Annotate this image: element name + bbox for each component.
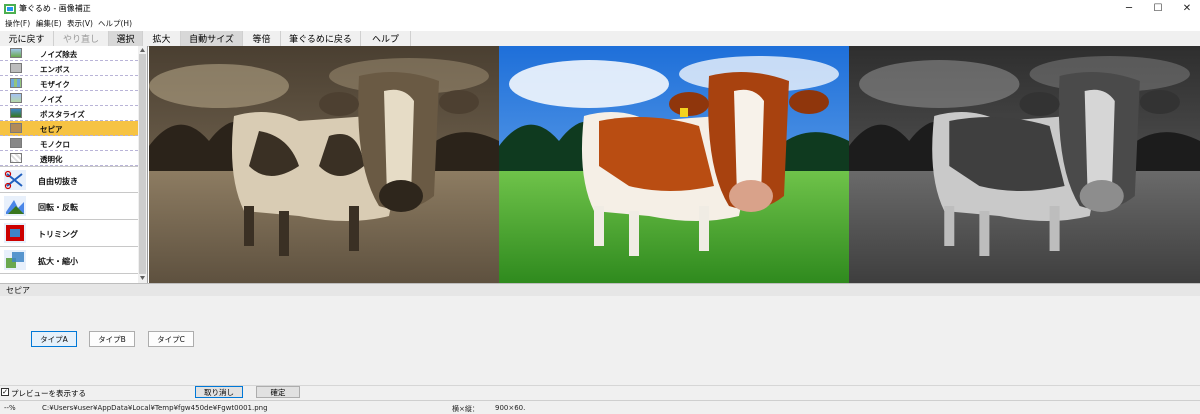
window-title: 筆ぐるめ - 画像補正 [19,4,91,13]
file-path: C:¥Users¥user¥AppData¥Local¥Temp¥fgw450d… [42,404,268,412]
scrollbar-thumb[interactable] [139,54,146,274]
scroll-up-icon[interactable] [139,47,146,53]
status-bar: --% C:¥Users¥user¥AppData¥Local¥Temp¥fgw… [0,400,1200,414]
type-c-button[interactable]: タイプC [148,331,194,347]
filter-item-posterize[interactable]: ポスタライズ [0,106,138,121]
image-size-value: 900×60. [495,404,526,412]
ok-button[interactable]: 確定 [256,386,300,398]
mosaic-icon [10,78,22,88]
close-button[interactable]: ✕ [1171,0,1200,17]
menu-bar: 操作(F) 編集(E) 表示(V) ヘルプ(H) [0,17,1200,31]
undo-button[interactable]: 元に戻す [0,31,54,46]
monochrome-preview-image [849,46,1200,283]
filter-item-monochrome[interactable]: モノクロ [0,136,138,151]
noise-reduction-icon [10,48,22,58]
action-bar [0,385,1200,401]
preview-checkbox-label[interactable]: プレビューを表示する [11,388,86,399]
return-to-fudegurume-button[interactable]: 筆ぐるめに戻る [281,31,361,46]
menu-view[interactable]: 表示(V) [67,18,93,29]
sepia-icon [10,123,22,133]
scissors-icon [4,170,26,190]
tool-item-more[interactable] [0,274,138,283]
tool-item-resize[interactable]: 拡大・縮小 [0,247,138,274]
menu-operation[interactable]: 操作(F) [5,18,30,29]
zoom-level: --% [4,404,16,412]
tool-item-rotate-flip[interactable]: 回転・反転 [0,193,138,220]
filter-item-noise-reduction[interactable]: ノイズ除去 [0,46,138,61]
cancel-button[interactable]: 取り消し [195,386,243,398]
minimize-button[interactable]: ─ [1113,0,1145,17]
transparency-icon [10,153,22,163]
settings-title: セピア [6,286,30,295]
toolbar: 元に戻す やり直し 選択 拡大 自動サイズ 等倍 筆ぐるめに戻る ヘルプ [0,31,1200,47]
resize-icon [4,250,26,270]
title-bar: 筆ぐるめ - 画像補正 ─ ☐ ✕ [0,0,1200,17]
sepia-preview-image [149,46,499,283]
tool-item-trimming[interactable]: トリミング [0,220,138,247]
settings-header: セピア [0,283,1200,296]
maximize-button[interactable]: ☐ [1142,0,1174,17]
emboss-icon [10,63,22,73]
monochrome-icon [10,138,22,148]
type-b-button[interactable]: タイプB [89,331,135,347]
zoom-in-button[interactable]: 拡大 [143,31,181,46]
actual-size-button[interactable]: 等倍 [243,31,281,46]
filter-item-noise[interactable]: ノイズ [0,91,138,106]
redo-button[interactable]: やり直し [54,31,109,46]
auto-size-button[interactable]: 自動サイズ [181,31,243,46]
image-preview-area [149,46,1200,283]
original-preview-image [499,46,849,283]
posterize-icon [10,108,22,118]
filter-item-mosaic[interactable]: モザイク [0,76,138,91]
filter-list-panel: ノイズ除去 エンボス モザイク ノイズ ポスタライズ セピア モノクロ 透明化 … [0,46,148,283]
menu-help[interactable]: ヘルプ(H) [98,18,132,29]
filter-item-transparency[interactable]: 透明化 [0,151,138,166]
trim-icon [4,223,26,243]
help-button[interactable]: ヘルプ [361,31,411,46]
select-button[interactable]: 選択 [109,31,143,46]
tool-item-free-cut[interactable]: 自由切抜き [0,166,138,193]
scroll-down-icon[interactable] [139,275,146,281]
app-icon [4,4,16,14]
filter-item-sepia[interactable]: セピア [0,121,138,136]
filter-item-emboss[interactable]: エンボス [0,61,138,76]
preview-checkbox[interactable]: ✓ [1,388,9,396]
noise-icon [10,93,22,103]
menu-edit[interactable]: 編集(E) [36,18,62,29]
checkmark-icon: ✓ [2,388,8,396]
type-a-button[interactable]: タイプA [31,331,77,347]
rotate-icon [4,196,26,216]
settings-panel: タイプA タイプB タイプC [0,296,1200,385]
